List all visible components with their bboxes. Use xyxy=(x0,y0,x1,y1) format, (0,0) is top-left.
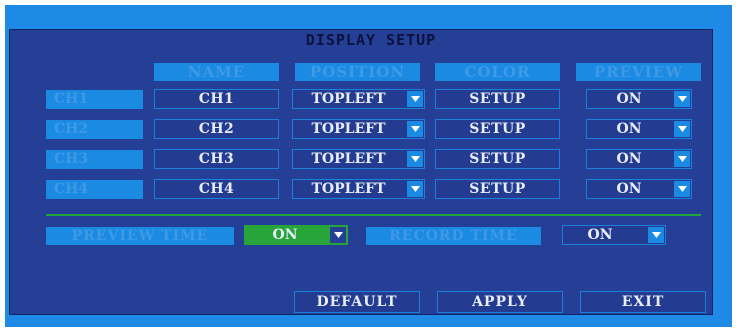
position-select-ch1[interactable]: TOPLEFT xyxy=(292,89,425,109)
section-divider xyxy=(46,214,701,216)
record-time-value: ON xyxy=(587,227,613,243)
chevron-down-icon[interactable] xyxy=(407,91,423,107)
position-select-value: TOPLEFT xyxy=(311,91,386,107)
preview-time-label: PREVIEW TIME xyxy=(46,227,234,245)
color-setup-button-ch4[interactable]: SETUP xyxy=(435,179,560,199)
chevron-down-icon[interactable] xyxy=(407,151,423,167)
position-select-value: TOPLEFT xyxy=(311,181,386,197)
position-select-ch2[interactable]: TOPLEFT xyxy=(292,119,425,139)
preview-select-ch2[interactable]: ON xyxy=(586,119,692,139)
chevron-down-icon[interactable] xyxy=(674,151,690,167)
chevron-down-icon[interactable] xyxy=(648,227,664,243)
preview-time-value: ON xyxy=(272,227,298,243)
default-button[interactable]: DEFAULT xyxy=(294,291,420,313)
channel-name-field-ch1[interactable]: CH1 xyxy=(154,89,279,109)
preview-select-value: ON xyxy=(616,91,642,107)
channel-name-field-ch4[interactable]: CH4 xyxy=(154,179,279,199)
position-select-ch4[interactable]: TOPLEFT xyxy=(292,179,425,199)
channel-label-ch2: CH2 xyxy=(46,120,143,139)
chevron-down-icon[interactable] xyxy=(330,227,346,243)
chevron-down-icon[interactable] xyxy=(407,181,423,197)
chevron-down-icon[interactable] xyxy=(674,121,690,137)
position-select-value: TOPLEFT xyxy=(311,151,386,167)
color-setup-button-ch3[interactable]: SETUP xyxy=(435,149,560,169)
page-title: DISPLAY SETUP xyxy=(305,31,437,49)
column-header-name: NAME xyxy=(154,63,279,81)
color-setup-button-ch1[interactable]: SETUP xyxy=(435,89,560,109)
preview-select-value: ON xyxy=(616,121,642,137)
channel-label-ch1: CH1 xyxy=(46,90,143,109)
preview-select-value: ON xyxy=(616,181,642,197)
preview-select-ch4[interactable]: ON xyxy=(586,179,692,199)
preview-select-ch3[interactable]: ON xyxy=(586,149,692,169)
preview-time-select[interactable]: ON xyxy=(244,225,348,245)
channel-name-field-ch3[interactable]: CH3 xyxy=(154,149,279,169)
record-time-label: RECORD TIME xyxy=(366,227,541,245)
column-header-position: POSITION xyxy=(295,63,420,81)
column-header-preview: PREVIEW xyxy=(576,63,701,81)
channel-name-field-ch2[interactable]: CH2 xyxy=(154,119,279,139)
preview-select-ch1[interactable]: ON xyxy=(586,89,692,109)
preview-select-value: ON xyxy=(616,151,642,167)
chevron-down-icon[interactable] xyxy=(674,181,690,197)
position-select-ch3[interactable]: TOPLEFT xyxy=(292,149,425,169)
position-select-value: TOPLEFT xyxy=(311,121,386,137)
channel-label-ch3: CH3 xyxy=(46,150,143,169)
exit-button[interactable]: EXIT xyxy=(580,291,706,313)
chevron-down-icon[interactable] xyxy=(674,91,690,107)
color-setup-button-ch2[interactable]: SETUP xyxy=(435,119,560,139)
record-time-select[interactable]: ON xyxy=(562,225,666,245)
apply-button[interactable]: APPLY xyxy=(437,291,563,313)
chevron-down-icon[interactable] xyxy=(407,121,423,137)
channel-label-ch4: CH4 xyxy=(46,180,143,199)
column-header-color: COLOR xyxy=(435,63,560,81)
